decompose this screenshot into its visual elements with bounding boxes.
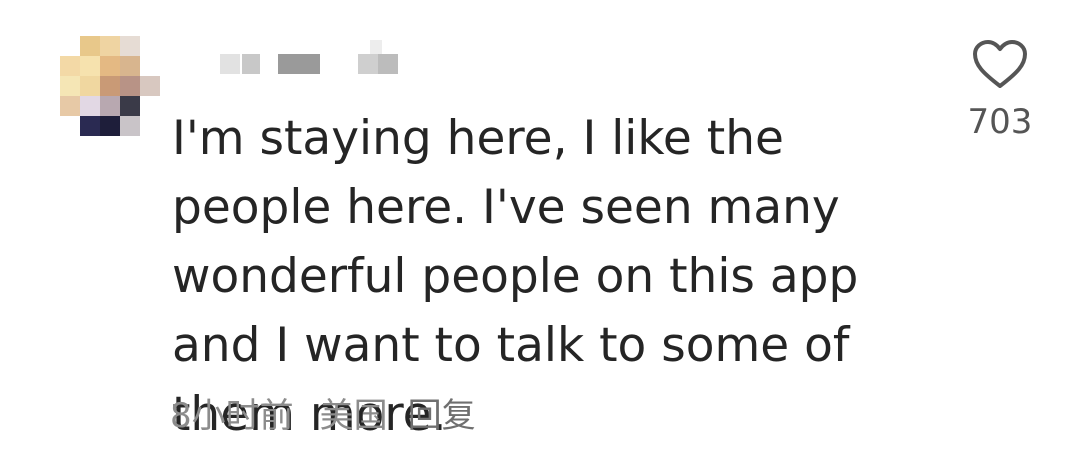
- username-obscured[interactable]: [220, 40, 400, 76]
- heart-outline-icon[interactable]: [971, 38, 1029, 92]
- avatar[interactable]: [60, 36, 160, 136]
- comment-time: 8小时前: [170, 395, 294, 436]
- like-count: 703: [967, 102, 1033, 142]
- like-control[interactable]: 703: [960, 38, 1040, 142]
- comment-meta: 8小时前 美国 回复: [170, 388, 476, 436]
- reply-button[interactable]: 回复: [408, 388, 476, 437]
- comment-location: 美国: [319, 395, 388, 436]
